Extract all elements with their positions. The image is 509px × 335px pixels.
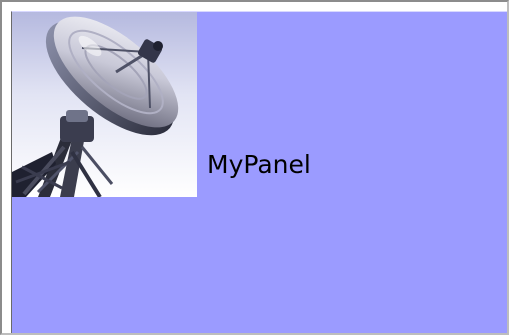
panel-title: MyPanel xyxy=(207,150,311,179)
satellite-dish-icon xyxy=(12,12,197,197)
my-panel[interactable]: MyPanel xyxy=(11,11,507,333)
panel-frame: MyPanel xyxy=(0,0,509,335)
